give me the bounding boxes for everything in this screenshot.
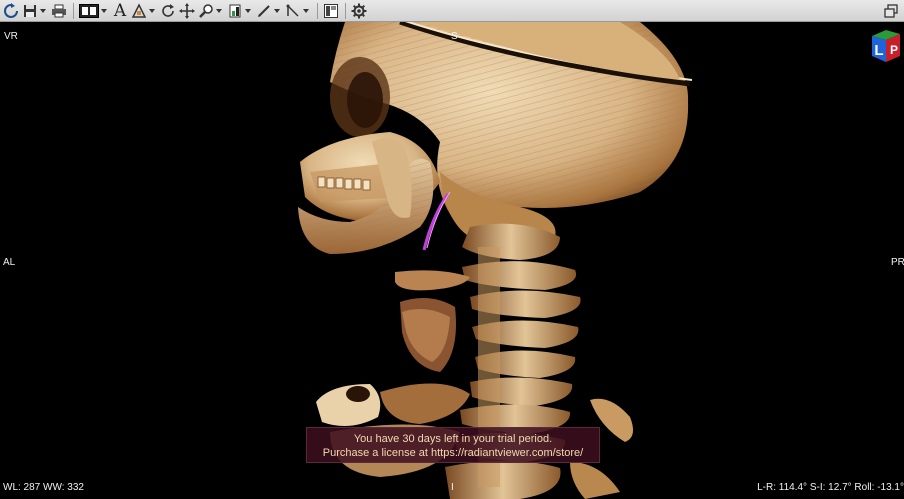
windowing-dropdown-chevron-icon[interactable]	[149, 2, 155, 20]
zoom-icon[interactable]	[197, 2, 215, 20]
orientation-right-label: PR	[891, 257, 904, 268]
print-icon[interactable]	[50, 2, 68, 20]
volume-color-icon[interactable]	[226, 2, 244, 20]
series-panel-icon[interactable]	[322, 2, 340, 20]
trial-notice-line2[interactable]: Purchase a license at https://radiantvie…	[307, 446, 599, 460]
settings-gear-icon[interactable]	[350, 2, 368, 20]
volume-color-dropdown-chevron-icon[interactable]	[245, 2, 251, 20]
save-icon[interactable]	[21, 2, 39, 20]
toolbar-separator	[345, 2, 346, 19]
pan-icon[interactable]	[178, 2, 196, 20]
window-level-readout: WL: 287 WW: 332	[3, 482, 84, 493]
measure-tool-icon[interactable]	[284, 2, 302, 20]
orientation-top-label: S	[451, 31, 458, 42]
rotate-3d-icon[interactable]	[159, 2, 177, 20]
rotation-readout: L-R: 114.4° S-I: 12.7° Roll: -13.1°	[757, 482, 904, 493]
orientation-bottom-label: I	[451, 482, 454, 493]
rotate-reset-icon[interactable]	[2, 2, 20, 20]
layout-dropdown-chevron-icon[interactable]	[101, 2, 107, 20]
view-mode-label: VR	[4, 31, 18, 42]
windowing-icon[interactable]	[130, 2, 148, 20]
orientation-left-label: AL	[3, 257, 16, 268]
toolbar-separator	[73, 2, 74, 19]
trial-notice-line1: You have 30 days left in your trial peri…	[353, 433, 553, 445]
zoom-dropdown-chevron-icon[interactable]	[216, 2, 222, 20]
window-restore-icon[interactable]	[882, 2, 900, 20]
main-toolbar: A	[0, 0, 904, 22]
cube-left-letter: L	[874, 42, 883, 59]
cube-right-letter: P	[890, 43, 898, 57]
pen-dropdown-chevron-icon[interactable]	[274, 2, 280, 20]
save-dropdown-chevron-icon[interactable]	[40, 2, 46, 20]
volume-render-viewport[interactable]: VR S AL PR I WL: 287 WW: 332 L-R: 114.4°…	[0, 22, 904, 499]
layout-icon[interactable]	[78, 2, 100, 20]
text-annotation-icon[interactable]: A	[111, 1, 129, 21]
orientation-cube[interactable]: L P	[870, 28, 904, 64]
trial-notice: You have 30 days left in your trial peri…	[306, 427, 600, 463]
measure-dropdown-chevron-icon[interactable]	[303, 2, 309, 20]
toolbar-separator	[317, 2, 318, 19]
pen-annotation-icon[interactable]	[255, 2, 273, 20]
